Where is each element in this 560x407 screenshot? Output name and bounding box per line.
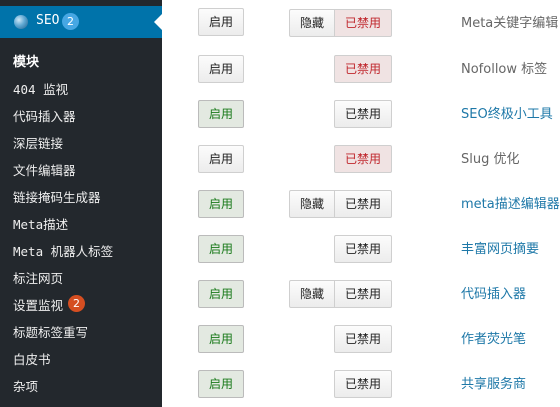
disable-button[interactable]: 已禁用 bbox=[334, 280, 392, 308]
disable-button[interactable]: 已禁用 bbox=[334, 235, 392, 263]
sidebar-item-whitepaper[interactable]: 白皮书 bbox=[13, 349, 51, 368]
module-label-seo-widgets[interactable]: SEO终极小工具 bbox=[461, 103, 553, 122]
module-label-code-inserter[interactable]: 代码插入器 bbox=[461, 283, 526, 302]
enable-button[interactable]: 启用 bbox=[198, 280, 244, 308]
disable-button[interactable]: 已禁用 bbox=[334, 370, 392, 398]
sidebar-item-file-editor[interactable]: 文件编辑器 bbox=[13, 160, 76, 179]
disable-button[interactable]: 已禁用 bbox=[334, 9, 392, 37]
enable-button[interactable]: 启用 bbox=[198, 235, 244, 263]
enable-button[interactable]: 启用 bbox=[198, 100, 244, 128]
seo-notification-badge: 2 bbox=[62, 13, 79, 30]
module-label-nofollow: Nofollow 标签 bbox=[461, 62, 548, 77]
enable-button[interactable]: 启用 bbox=[198, 190, 244, 218]
hide-button[interactable]: 隐藏 bbox=[289, 9, 335, 37]
disable-button[interactable]: 已禁用 bbox=[334, 145, 392, 173]
enable-button[interactable]: 启用 bbox=[198, 370, 244, 398]
seo-globe-icon bbox=[14, 15, 28, 29]
sidebar-item-meta-description[interactable]: Meta描述 bbox=[13, 214, 68, 233]
sidebar-item-deep-links[interactable]: 深层链接 bbox=[13, 133, 63, 152]
sidebar-item-settings-monitor[interactable]: 设置监视 bbox=[13, 295, 63, 314]
enable-button[interactable]: 启用 bbox=[198, 55, 244, 83]
disable-button[interactable]: 已禁用 bbox=[334, 325, 392, 353]
module-label-slug: Slug 优化 bbox=[461, 152, 520, 167]
sidebar-item-meta-robots[interactable]: Meta 机器人标签 bbox=[13, 241, 113, 260]
sidebar-item-404-monitor[interactable]: 404 监视 bbox=[13, 79, 68, 98]
sidebar-item-seo[interactable]: SEO 2 bbox=[0, 6, 162, 38]
settings-monitor-badge: 2 bbox=[68, 295, 85, 312]
disable-button[interactable]: 已禁用 bbox=[334, 55, 392, 83]
sidebar-seo-label: SEO bbox=[36, 13, 60, 28]
module-label-sharing-providers[interactable]: 共享服务商 bbox=[461, 373, 526, 392]
disable-button[interactable]: 已禁用 bbox=[334, 190, 392, 218]
module-label-meta-description-editor[interactable]: meta描述编辑器 bbox=[461, 193, 560, 212]
sidebar-item-code-inserter[interactable]: 代码插入器 bbox=[13, 106, 76, 125]
hide-button[interactable]: 隐藏 bbox=[289, 190, 335, 218]
module-label-rich-snippets[interactable]: 丰富网页摘要 bbox=[461, 238, 539, 257]
sidebar-item-title-rewrite[interactable]: 标题标签重写 bbox=[13, 322, 88, 341]
sidebar-section-title: 模块 bbox=[13, 55, 40, 70]
module-label-meta-keywords: Meta关键字编辑 bbox=[461, 16, 559, 31]
hide-button[interactable]: 隐藏 bbox=[289, 280, 335, 308]
enable-button[interactable]: 启用 bbox=[198, 325, 244, 353]
module-label-author-highlighter[interactable]: 作者荧光笔 bbox=[461, 328, 526, 347]
admin-sidebar: SEO 2 模块 404 监视 代码插入器 深层链接 文件编辑器 链接掩码生成器… bbox=[0, 0, 162, 407]
sidebar-item-misc[interactable]: 杂项 bbox=[13, 376, 38, 395]
enable-button[interactable]: 启用 bbox=[198, 8, 244, 36]
enable-button[interactable]: 启用 bbox=[198, 145, 244, 173]
disable-button[interactable]: 已禁用 bbox=[334, 100, 392, 128]
sidebar-item-tag-pages[interactable]: 标注网页 bbox=[13, 268, 63, 287]
sidebar-item-link-mask[interactable]: 链接掩码生成器 bbox=[13, 187, 101, 206]
